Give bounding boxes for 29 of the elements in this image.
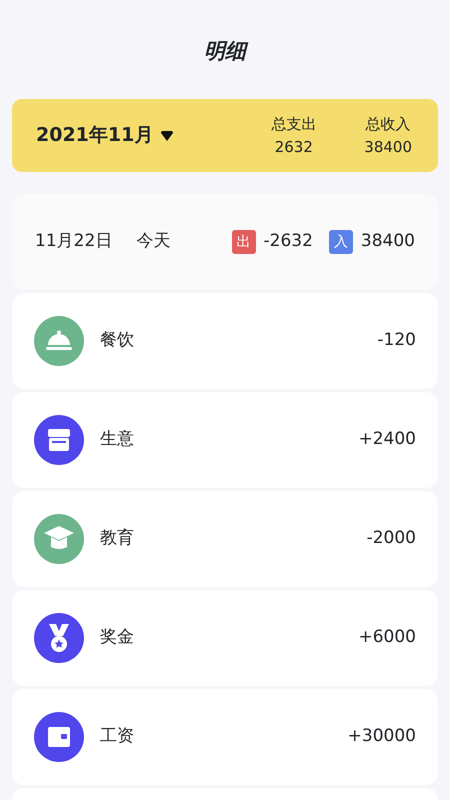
record-name: 生意 [100,428,134,452]
record-amount: +2400 [358,428,416,452]
total-income-value: 38400 [364,136,412,158]
page-title: 明细 [204,36,246,68]
income-tag: 入 [328,230,353,254]
record-amount: +30000 [348,725,416,748]
total-income-label: 总收入 [366,114,411,135]
record-amount: -2000 [366,527,416,550]
expense-tag: 出 [232,230,256,254]
record-name: 工资 [100,725,134,748]
month-label: 2021年11月 [36,123,154,148]
record-card[interactable]: 奖金 +6000 [12,590,438,686]
record-amount: -120 [377,329,416,352]
day-date: 11月22日 [35,230,112,254]
dropdown-icon [161,130,174,140]
record-name: 奖金 [100,626,134,650]
record-amount: +6000 [358,626,416,650]
record-card[interactable]: 工资 +30000 [12,689,438,785]
record-card[interactable]: 教育 -2000 [12,491,438,587]
record-name: 餐饮 [100,329,134,352]
total-expense-value: 2632 [274,136,313,158]
day-income: 38400 [360,230,415,254]
day-label: 今天 [136,230,170,254]
day-expense: -2632 [264,230,313,254]
record-card[interactable]: 生意 +2400 [12,392,438,488]
total-expense-label: 总支出 [271,114,316,135]
record-card[interactable]: 餐饮 -120 [12,293,438,389]
month-selector[interactable]: 2021年11月 [36,121,174,150]
record-name: 教育 [100,527,134,550]
